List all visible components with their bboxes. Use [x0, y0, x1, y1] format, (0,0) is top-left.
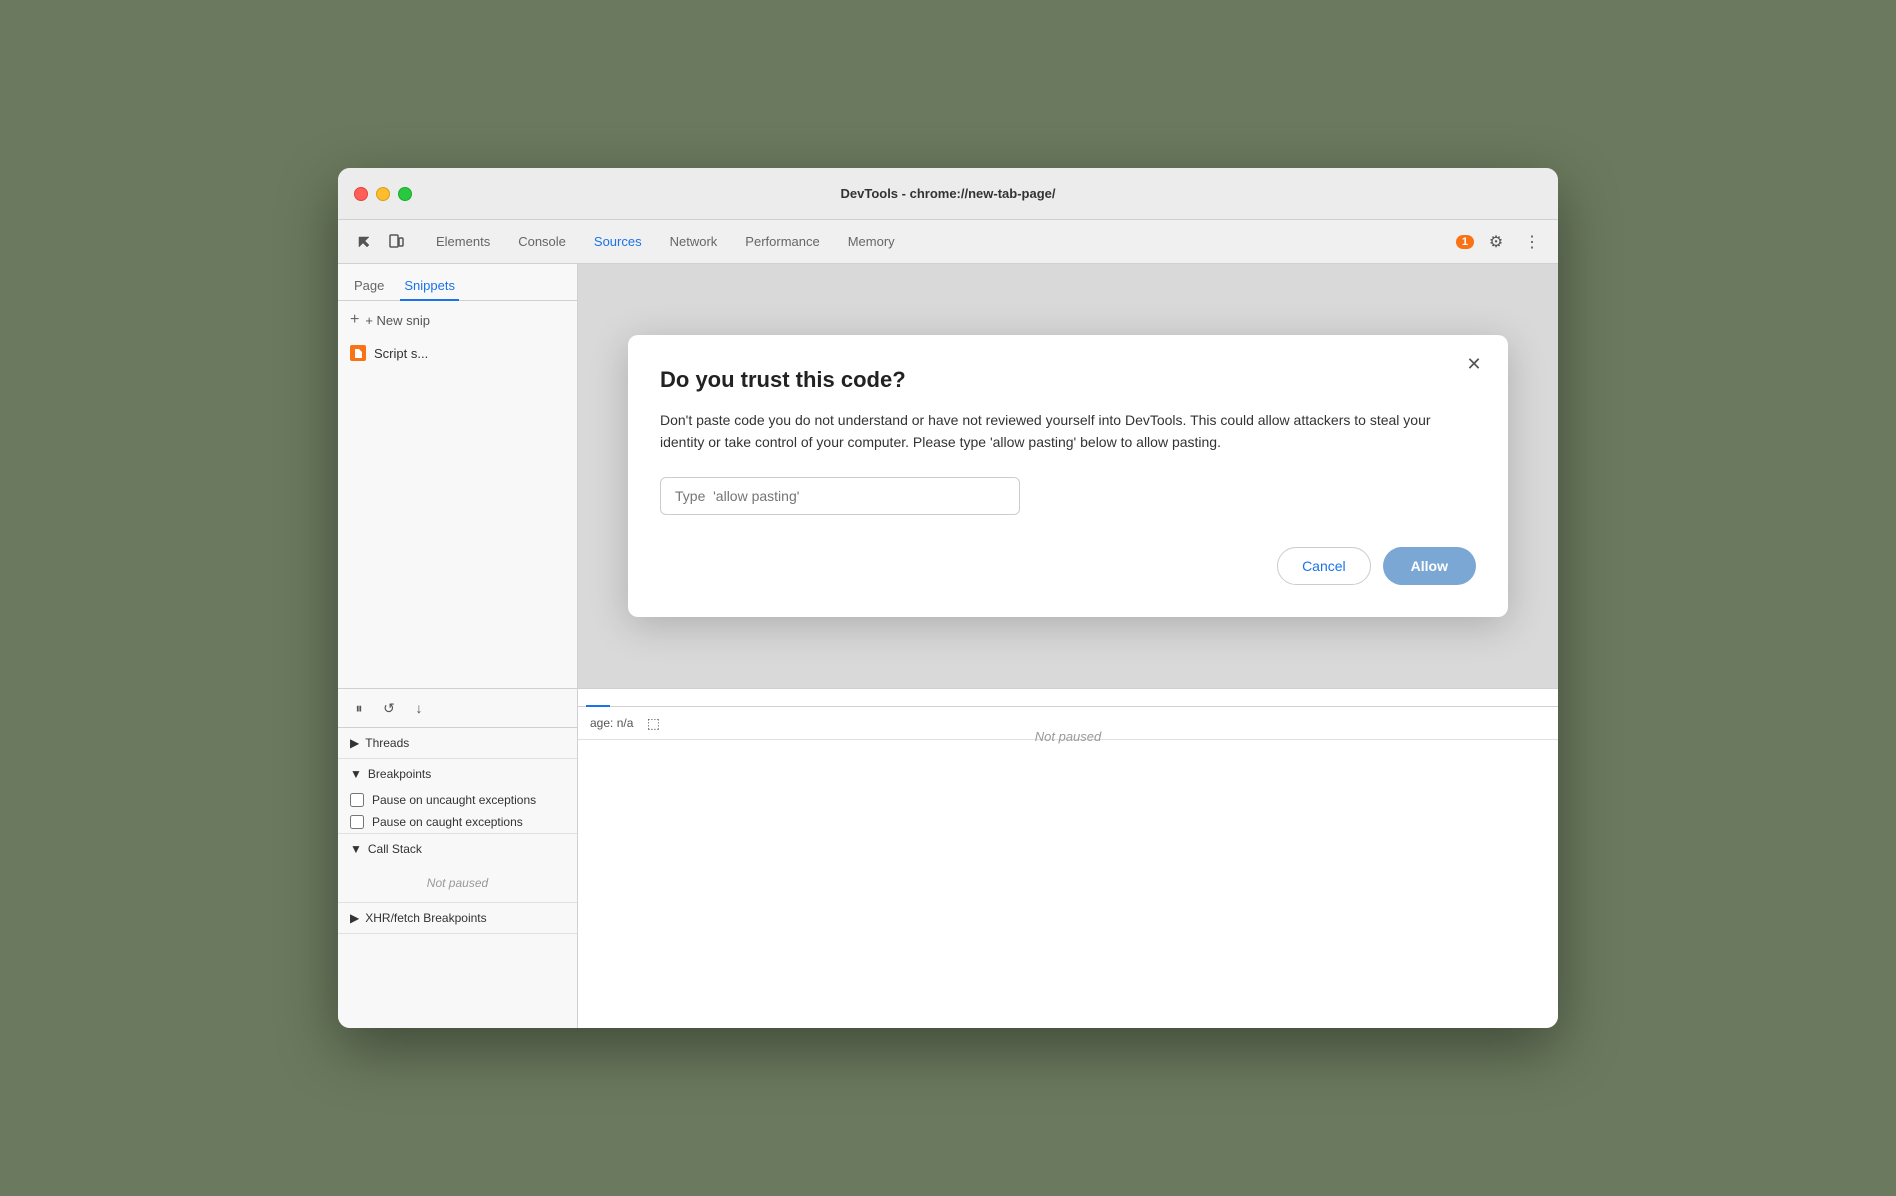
pause-uncaught-checkbox[interactable] [350, 793, 364, 807]
breakpoints-label: Breakpoints [368, 767, 431, 781]
new-snip-button[interactable]: + + New snip [338, 301, 577, 339]
callstack-chevron-icon: ▼ [350, 842, 362, 856]
breakpoints-chevron-icon: ▼ [350, 767, 362, 781]
debug-tab-bar [578, 689, 1558, 707]
page-icon[interactable]: ⬚ [641, 711, 665, 735]
callstack-not-paused: Not paused [338, 864, 577, 902]
plus-icon: + [350, 311, 359, 329]
toolbar-right: 1 ⚙ ⋮ [1456, 228, 1546, 256]
tab-snippets[interactable]: Snippets [400, 272, 459, 301]
pause-button[interactable]: ⏸ [346, 695, 372, 721]
traffic-lights [354, 187, 412, 201]
pause-caught-row: Pause on caught exceptions [338, 811, 577, 833]
pause-caught-label: Pause on caught exceptions [372, 815, 523, 829]
devtools-tabs: Elements Console Sources Network Perform… [422, 228, 909, 255]
xhr-section: ▶ XHR/fetch Breakpoints [338, 903, 577, 934]
bottom-panel: ⏸ ↺ ↓ ▶ Threads ▼ Breakpoints Pause on u… [338, 688, 1558, 1028]
dialog-overlay: ✕ Do you trust this code? Don't paste co… [578, 264, 1558, 688]
callstack-section: ▼ Call Stack Not paused [338, 834, 577, 903]
page-info: age: n/a [590, 716, 633, 730]
breakpoints-header[interactable]: ▼ Breakpoints [338, 759, 577, 789]
xhr-chevron-icon: ▶ [350, 911, 359, 925]
close-button[interactable] [354, 187, 368, 201]
tab-performance[interactable]: Performance [731, 228, 833, 255]
allow-button[interactable]: Allow [1383, 547, 1476, 585]
title-bar: DevTools - chrome://new-tab-page/ [338, 168, 1558, 220]
pause-uncaught-row: Pause on uncaught exceptions [338, 789, 577, 811]
dialog-title: Do you trust this code? [660, 367, 1476, 393]
tab-page[interactable]: Page [350, 272, 388, 301]
threads-section: ▶ Threads [338, 728, 577, 759]
xhr-header[interactable]: ▶ XHR/fetch Breakpoints [338, 903, 577, 933]
tab-network[interactable]: Network [656, 228, 732, 255]
sources-sidebar: Page Snippets + + New snip Script s... [338, 264, 578, 688]
debug-toolbar: ⏸ ↺ ↓ [338, 689, 577, 728]
breakpoints-section: ▼ Breakpoints Pause on uncaught exceptio… [338, 759, 577, 834]
tab-sources[interactable]: Sources [580, 228, 656, 255]
file-icon [350, 345, 366, 361]
threads-header[interactable]: ▶ Threads [338, 728, 577, 758]
minimize-button[interactable] [376, 187, 390, 201]
step-over-button[interactable]: ↺ [376, 695, 402, 721]
dialog-close-button[interactable]: ✕ [1460, 351, 1488, 379]
debug-sidebar: ⏸ ↺ ↓ ▶ Threads ▼ Breakpoints Pause on u… [338, 689, 578, 1028]
new-snip-label: + New snip [365, 313, 430, 328]
device-icon[interactable] [382, 228, 410, 256]
main-not-paused: Not paused [1035, 729, 1102, 744]
editor-area: ✕ Do you trust this code? Don't paste co… [578, 264, 1558, 688]
sidebar-tabs: Page Snippets [338, 264, 577, 301]
threads-chevron-icon: ▶ [350, 736, 359, 750]
debug-tab-active[interactable] [586, 689, 610, 707]
tab-console[interactable]: Console [504, 228, 580, 255]
selector-icon[interactable] [350, 228, 378, 256]
notification-badge: 1 [1456, 235, 1474, 249]
main-content: Page Snippets + + New snip Script s... [338, 264, 1558, 688]
dialog-body: Don't paste code you do not understand o… [660, 409, 1476, 454]
callstack-header[interactable]: ▼ Call Stack [338, 834, 577, 864]
debug-main: age: n/a ⬚ Not paused [578, 689, 1558, 1028]
tab-memory[interactable]: Memory [834, 228, 909, 255]
trust-dialog: ✕ Do you trust this code? Don't paste co… [628, 335, 1508, 618]
step-into-button[interactable]: ↓ [406, 695, 432, 721]
dialog-buttons: Cancel Allow [660, 547, 1476, 585]
xhr-label: XHR/fetch Breakpoints [365, 911, 486, 925]
maximize-button[interactable] [398, 187, 412, 201]
devtools-window: DevTools - chrome://new-tab-page/ Elemen… [338, 168, 1558, 1028]
window-title: DevTools - chrome://new-tab-page/ [840, 186, 1055, 201]
settings-icon[interactable]: ⚙ [1482, 228, 1510, 256]
snippet-item[interactable]: Script s... [338, 339, 577, 367]
pause-uncaught-label: Pause on uncaught exceptions [372, 793, 536, 807]
devtools-toolbar: Elements Console Sources Network Perform… [338, 220, 1558, 264]
tab-elements[interactable]: Elements [422, 228, 504, 255]
allow-pasting-input[interactable] [660, 477, 1020, 515]
pause-caught-checkbox[interactable] [350, 815, 364, 829]
cancel-button[interactable]: Cancel [1277, 547, 1371, 585]
snippet-name: Script s... [374, 346, 428, 361]
threads-label: Threads [365, 736, 409, 750]
callstack-label: Call Stack [368, 842, 422, 856]
more-icon[interactable]: ⋮ [1518, 228, 1546, 256]
